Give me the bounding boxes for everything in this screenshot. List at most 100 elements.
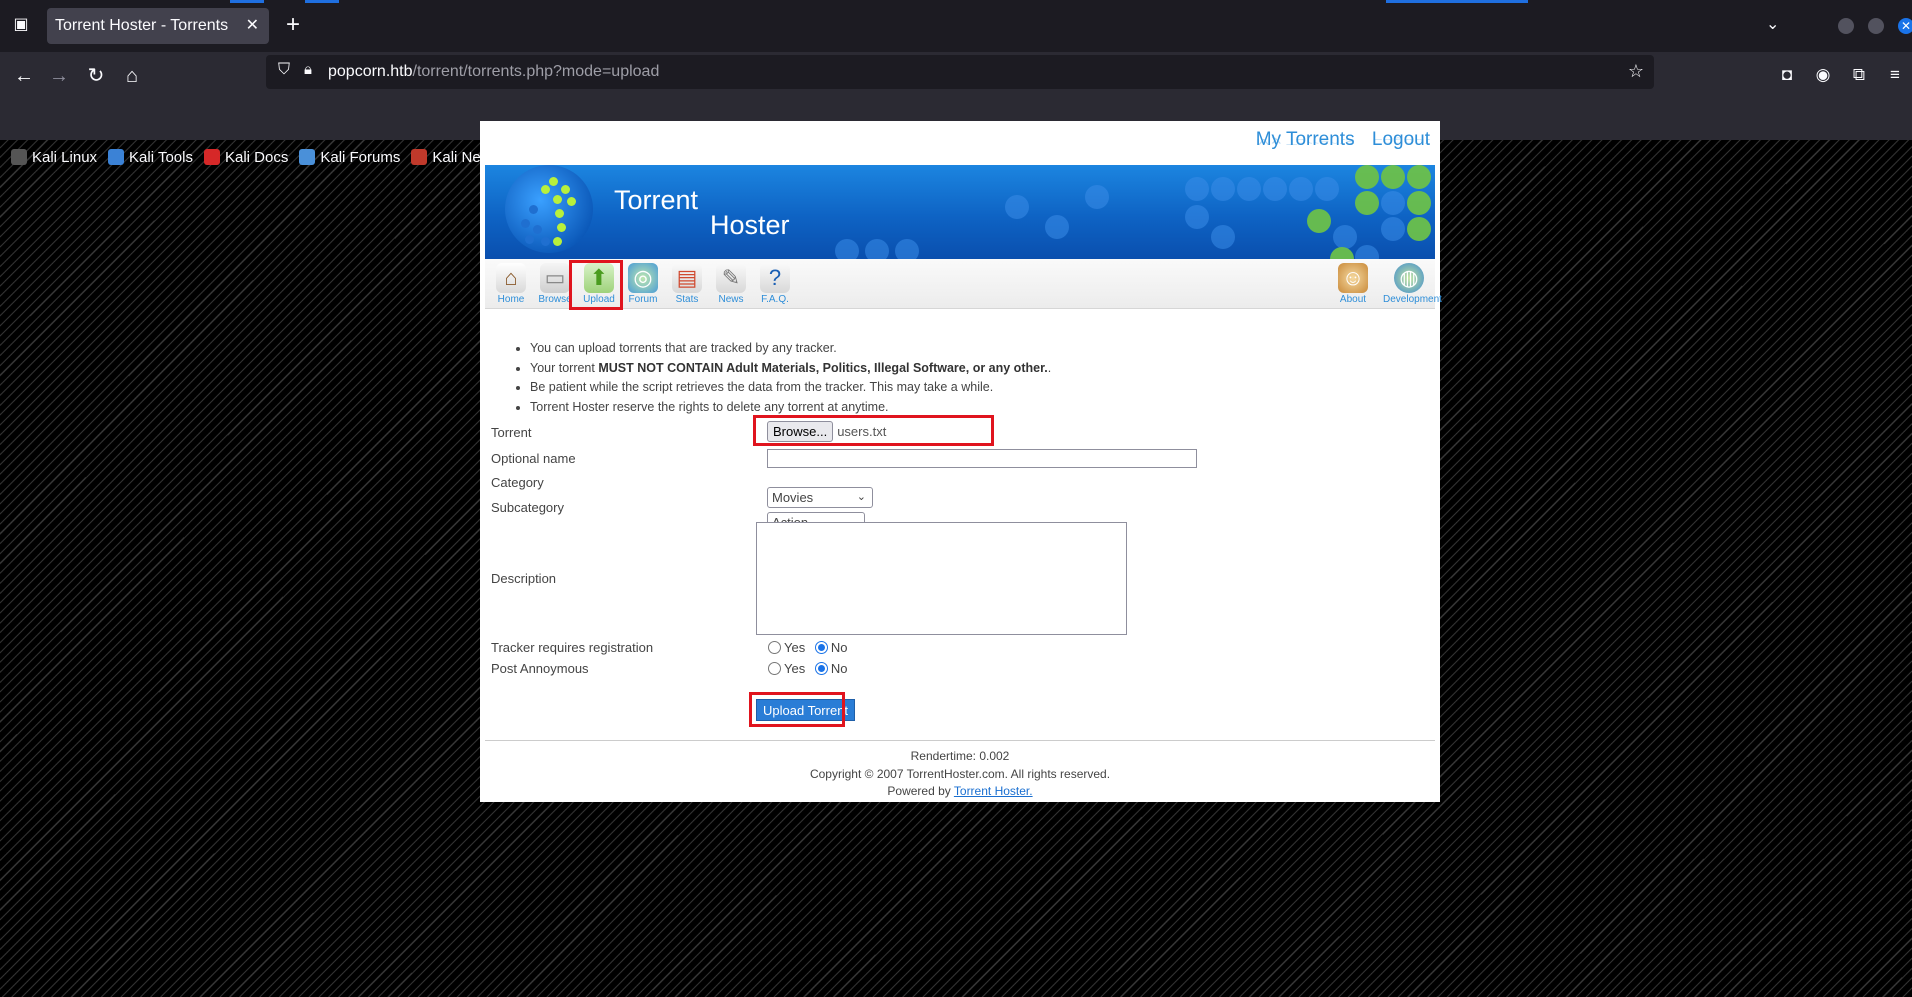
logo-dot (529, 205, 538, 214)
reload-icon[interactable]: ↻ (80, 60, 112, 92)
menu-icon[interactable]: ≡ (1880, 60, 1910, 90)
new-tab-button[interactable]: + (280, 12, 306, 38)
bookmark-star-icon[interactable]: ☆ (1628, 61, 1644, 82)
tab-title: Torrent Hoster - Torrents (55, 17, 229, 34)
logout-link[interactable]: Logout (1372, 129, 1430, 151)
back-arrow-icon[interactable]: ← (8, 60, 40, 92)
site-nav: ⌂ Home ▭ Browse ⬆ Upload ◎ Forum ▤ Stats… (485, 259, 1442, 309)
banner-dot (1307, 209, 1331, 233)
tracking-shield-icon[interactable]: ⛉ (278, 61, 290, 79)
forum-icon: ◎ (628, 263, 658, 293)
url-text[interactable]: popcorn.htb/torrent/torrents.php?mode=up… (328, 55, 659, 89)
banner-dot (1333, 225, 1357, 249)
banner-dot (1355, 245, 1379, 259)
optional-name-label: Optional name (491, 451, 576, 466)
torrent-label: Torrent (491, 425, 532, 440)
close-window-button[interactable]: ✕ (1898, 18, 1912, 34)
no-label: No (830, 640, 848, 655)
address-bar[interactable]: ⛉ 🔒︎ popcorn.htb/torrent/torrents.php?mo… (266, 55, 1654, 89)
top-links: My Torrents Logout (1244, 129, 1430, 151)
nav-faq[interactable]: ? F.A.Q. (749, 259, 801, 309)
logo-dot (567, 197, 576, 206)
banner-title-line1: Torrent (614, 185, 699, 215)
forward-arrow-icon[interactable]: → (43, 60, 75, 92)
bookmark-item[interactable]: Kali Forums (299, 149, 400, 166)
pocket-icon[interactable]: ◘ (1772, 60, 1802, 90)
nav-development[interactable]: ◍ Development (1383, 259, 1442, 309)
torrent-hoster-link[interactable]: Torrent Hoster. (954, 784, 1033, 798)
optional-name-input[interactable] (767, 449, 1197, 468)
browser-tab-bar: ▣ Torrent Hoster - Torrents ✕ + ⌄ ✕ (0, 0, 1912, 52)
yes-label: Yes (784, 661, 806, 676)
banner-dot (1085, 185, 1109, 209)
news-icon: ✎ (716, 263, 746, 293)
top-indicator (305, 0, 339, 3)
banner-dot (1407, 217, 1431, 241)
bookmark-label: Kali Linux (32, 148, 98, 166)
top-indicator (1386, 0, 1528, 3)
minimize-button[interactable] (1838, 18, 1854, 34)
anonymous-yes-radio[interactable] (768, 662, 781, 675)
submit-highlight (749, 692, 845, 727)
account-icon[interactable]: ◉ (1808, 60, 1838, 90)
description-textarea[interactable] (756, 522, 1127, 635)
home-icon[interactable]: ⌂ (116, 60, 148, 92)
bookmark-label: Kali Tools (129, 148, 193, 166)
list-all-tabs-icon[interactable]: ▣ (10, 14, 32, 36)
page-info-icon[interactable]: 🔒︎ (304, 61, 312, 78)
banner-dot (1355, 191, 1379, 215)
banner-dot (1289, 177, 1313, 201)
bookmark-item[interactable]: Kali Tools (108, 149, 193, 166)
logo-dot (555, 209, 564, 218)
nethunter-icon (411, 149, 428, 165)
nav-about[interactable]: ☺ About (1327, 259, 1379, 309)
anonymous-no-radio[interactable] (814, 662, 828, 675)
chevron-down-icon[interactable]: ⌄ (1766, 14, 1779, 34)
banner-dot (1211, 225, 1235, 249)
faq-icon: ? (760, 263, 790, 293)
banner-dot (1005, 195, 1029, 219)
banner-dot (1381, 217, 1405, 241)
note-text: Your torrent (530, 360, 599, 375)
powered-by: Powered by Torrent Hoster. (480, 783, 1440, 801)
my-torrents-link[interactable]: My Torrents (1256, 129, 1355, 151)
tracker-yes-radio[interactable] (768, 641, 781, 654)
logo-dot (521, 219, 530, 228)
bookmark-label: Kali Docs (224, 148, 289, 166)
close-tab-icon[interactable]: ✕ (246, 8, 259, 44)
active-tab[interactable]: Torrent Hoster - Torrents ✕ (47, 8, 269, 44)
tracker-row: Tracker requires registration Yes No (491, 640, 1431, 655)
category-label: Category (491, 475, 544, 490)
bookmark-item[interactable]: Kali Docs (203, 148, 289, 166)
home-icon: ⌂ (496, 263, 526, 293)
about-icon: ☺ (1338, 263, 1368, 293)
site-banner: Torrent Hoster (485, 165, 1435, 259)
bookmark-label: Kali Forums (320, 148, 401, 166)
kali-forums-icon (299, 149, 316, 165)
banner-dot (1315, 177, 1339, 201)
tracker-no-radio[interactable] (814, 641, 828, 654)
logo-dot (557, 223, 566, 232)
banner-dot (895, 239, 919, 259)
optional-name-row: Optional name (491, 449, 1431, 468)
banner-dot (1407, 165, 1431, 189)
bookmark-item[interactable]: Kali Linux (11, 149, 97, 166)
maximize-button[interactable] (1868, 18, 1884, 34)
banner-dot (1185, 177, 1209, 201)
logo-dot (541, 185, 550, 194)
note-item: Be patient while the script retrieves th… (530, 378, 1430, 398)
rendertime: Rendertime: 0.002 (910, 749, 1010, 763)
tracker-label: Tracker requires registration (491, 640, 654, 655)
note-item: You can upload torrents that are tracked… (530, 339, 1430, 359)
logo-dot (533, 225, 542, 234)
anonymous-radio-group: Yes No (768, 661, 847, 676)
url-path: /torrent/torrents.php?mode=upload (412, 63, 660, 80)
extensions-icon[interactable]: ⧉ (1844, 60, 1874, 90)
torrent-hoster-logo-icon (505, 165, 593, 253)
footer-divider (485, 740, 1435, 741)
page-footer: Rendertime: 0.002 Copyright © 2007 Torre… (480, 748, 1440, 801)
powered-prefix: Powered by (887, 784, 954, 798)
web-page: My Torrents Logout Torrent Hoster ⌂ Home… (480, 121, 1442, 802)
development-globe-icon: ◍ (1394, 263, 1424, 293)
logo-dot (553, 237, 562, 246)
